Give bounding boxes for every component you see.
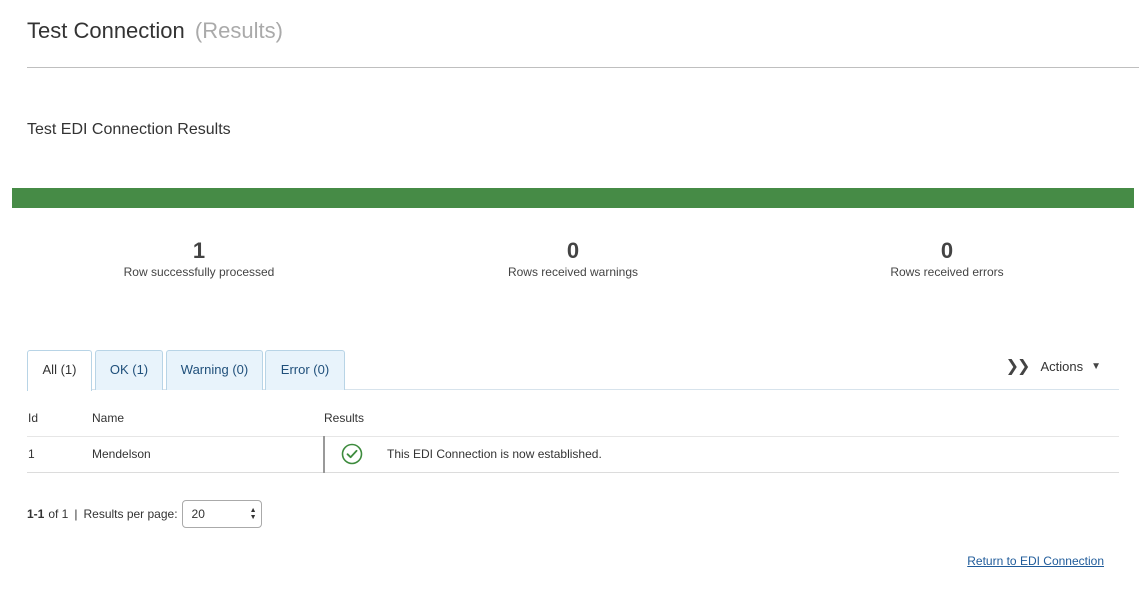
- stat-success-value: 1: [192, 238, 206, 263]
- stats-summary: 1 Row successfully processed 0 Rows rece…: [12, 238, 1134, 284]
- stat-warnings: 0 Rows received warnings: [386, 238, 760, 284]
- pagination-separator: |: [74, 507, 78, 521]
- results-table: Id Name Results 1 Mendelson This EDI Con…: [27, 400, 1119, 473]
- column-header-name: Name: [92, 400, 324, 437]
- pagination-range: 1-1: [27, 507, 45, 521]
- row-result: This EDI Connection is now established.: [323, 436, 1119, 473]
- page-header: Test Connection (Results): [27, 16, 1139, 68]
- caret-down-icon: ▼: [1091, 360, 1101, 372]
- tab-ok[interactable]: OK (1): [95, 350, 163, 390]
- stat-success: 1 Row successfully processed: [12, 238, 386, 284]
- check-circle-icon: [341, 443, 363, 465]
- page-title: Test Connection (Results): [27, 16, 1139, 46]
- row-name: Mendelson: [92, 436, 324, 473]
- progress-fill: [12, 188, 1134, 208]
- page-title-text: Test Connection: [27, 18, 185, 43]
- per-page-label: Results per page:: [83, 507, 178, 521]
- stat-errors-value: 0: [940, 238, 954, 263]
- progress-bar: [12, 188, 1134, 208]
- table-row: 1 Mendelson This EDI Connection is now e…: [27, 436, 1119, 473]
- tab-error[interactable]: Error (0): [265, 350, 345, 390]
- table-header-row: Id Name Results: [27, 400, 1119, 437]
- pagination-total: of 1: [48, 507, 69, 521]
- stat-errors: 0 Rows received errors: [760, 238, 1134, 284]
- section-title: Test EDI Connection Results: [27, 121, 231, 138]
- tab-warning[interactable]: Warning (0): [166, 350, 263, 390]
- stat-success-label: Row successfully processed: [123, 265, 275, 279]
- actions-menu[interactable]: ❯❯ Actions ▼: [1006, 356, 1101, 376]
- pagination: 1-1 of 1 | Results per page: 20 ▲ ▼: [27, 500, 262, 528]
- tab-all[interactable]: All (1): [27, 350, 92, 391]
- page-subtitle: (Results): [194, 18, 283, 43]
- actions-label: Actions: [1040, 358, 1084, 374]
- return-to-edi-connection-link[interactable]: Return to EDI Connection: [967, 554, 1104, 568]
- stat-errors-label: Rows received errors: [890, 265, 1004, 279]
- select-arrows-icon: ▲ ▼: [249, 507, 257, 521]
- double-chevron-right-icon: ❯❯: [1005, 358, 1031, 375]
- row-id: 1: [27, 436, 92, 473]
- stat-warnings-value: 0: [566, 238, 580, 263]
- per-page-value: 20: [191, 507, 205, 521]
- column-header-id: Id: [27, 400, 92, 437]
- per-page-select[interactable]: 20 ▲ ▼: [181, 500, 262, 528]
- column-header-results: Results: [324, 400, 1119, 437]
- row-result-text: This EDI Connection is now established.: [387, 447, 602, 461]
- results-tabs: All (1) OK (1) Warning (0) Error (0) ❯❯ …: [27, 350, 1119, 391]
- stat-warnings-label: Rows received warnings: [507, 265, 639, 279]
